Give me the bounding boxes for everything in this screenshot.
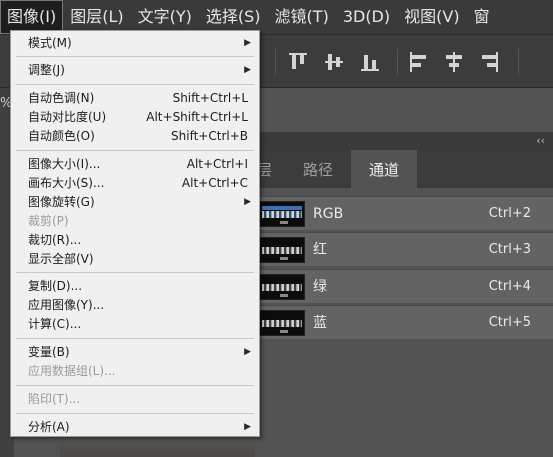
align-top-edges-icon[interactable] [288,51,308,73]
menu-item-trim[interactable]: 裁切(R)... [11,231,259,250]
menu-view[interactable]: 视图(V) [397,0,466,34]
menu-item-variables[interactable]: 变量(B) ▶ [11,343,259,362]
menu-3d[interactable]: 3D(D) [336,0,397,34]
menu-item-calculations[interactable]: 计算(C)... [11,315,259,334]
menu-type[interactable]: 文字(Y) [131,0,199,34]
submenu-arrow-icon: ▶ [244,65,251,75]
menu-window[interactable]: 窗 [467,0,497,34]
menu-item-image-rotation[interactable]: 图像旋转(G) ▶ [11,193,259,212]
menu-item-auto-contrast[interactable]: 自动对比度(U) Alt+Shift+Ctrl+L [11,108,259,127]
menu-item-apply-data-set: 应用数据组(L)... [28,364,116,378]
menu-item-auto-color[interactable]: 自动颜色(O) Shift+Ctrl+B [11,127,259,146]
submenu-arrow-icon: ▶ [244,347,251,357]
menu-item-trap: 陷印(T)... [28,392,81,406]
menu-image[interactable]: 图像(I) [0,0,64,34]
tab-channels[interactable]: 通道 [351,150,417,188]
channels-panel: RGB Ctrl+2 红 Ctrl+3 绿 Ctrl+4 蓝 Ctrl+5 [255,188,553,457]
menu-separator [16,84,254,85]
tab-paths[interactable]: 路径 [285,150,351,188]
menu-separator [16,413,254,414]
channel-shortcut: Ctrl+4 [488,279,531,294]
channel-row-red[interactable]: 红 Ctrl+3 [255,232,553,266]
channel-name: 红 [313,242,327,258]
menu-item-apply-image[interactable]: 应用图像(Y)... [11,296,259,315]
menu-filter[interactable]: 滤镜(T) [268,0,336,34]
channel-shortcut: Ctrl+3 [488,242,531,257]
menu-item-crop: 裁剪(P) [28,214,69,228]
channel-thumbnail [259,310,305,336]
menu-item-duplicate[interactable]: 复制(D)... [11,277,259,296]
channel-thumbnail [259,237,305,263]
menu-item-mode[interactable]: 模式(M) ▶ [11,34,259,53]
channel-shortcut: Ctrl+5 [488,315,531,330]
channel-name: RGB [313,206,344,222]
channel-row-green[interactable]: 绿 Ctrl+4 [255,269,553,303]
toolbar-divider [275,49,276,75]
channel-row-rgb[interactable]: RGB Ctrl+2 [255,196,553,230]
channel-name: 绿 [313,279,327,295]
panel-header: ‹‹ [255,132,553,150]
submenu-arrow-icon: ▶ [244,197,251,207]
submenu-arrow-icon: ▶ [244,422,251,432]
menu-separator [16,56,254,57]
align-bottom-edges-icon[interactable] [360,51,380,73]
menu-layer[interactable]: 图层(L) [63,0,130,34]
menu-item-reveal-all[interactable]: 显示全部(V) [11,250,259,269]
submenu-arrow-icon: ▶ [244,38,251,48]
menu-item-adjustments[interactable]: 调整(J) ▶ [11,61,259,80]
menu-separator [16,385,254,386]
menu-item-image-size[interactable]: 图像大小(I)... Alt+Ctrl+I [11,155,259,174]
channel-thumbnail [259,201,305,227]
panel-tab-bar: 层 路径 通道 [255,150,553,188]
menu-bar: 图像(I) 图层(L) 文字(Y) 选择(S) 滤镜(T) 3D(D) 视图(V… [0,0,553,34]
align-right-edges-icon[interactable] [480,51,500,73]
channel-name: 蓝 [313,315,327,331]
menu-item-auto-tone[interactable]: 自动色调(N) Shift+Ctrl+L [11,89,259,108]
align-left-edges-icon[interactable] [408,51,428,73]
channel-row-blue[interactable]: 蓝 Ctrl+5 [255,305,553,339]
menu-separator [16,150,254,151]
toolbar-divider [397,49,398,75]
channel-shortcut: Ctrl+2 [488,206,531,221]
channel-thumbnail [259,274,305,300]
toolbar-divider [518,49,519,75]
menu-item-canvas-size[interactable]: 画布大小(S)... Alt+Ctrl+C [11,174,259,193]
menu-select[interactable]: 选择(S) [199,0,268,34]
align-horizontal-centers-icon[interactable] [444,51,464,73]
menu-separator [16,338,254,339]
align-vertical-centers-icon[interactable] [324,51,344,73]
image-menu-dropdown: 模式(M) ▶ 调整(J) ▶ 自动色调(N) Shift+Ctrl+L 自动对… [10,30,260,437]
menu-separator [16,272,254,273]
collapse-panel-icon[interactable]: ‹‹ [536,132,545,150]
menu-item-analysis[interactable]: 分析(A) ▶ [11,418,259,437]
